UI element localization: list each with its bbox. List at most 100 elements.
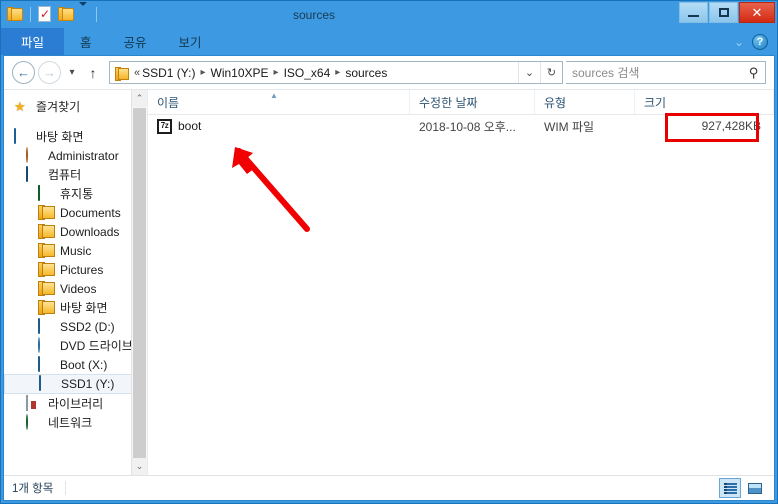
sidebar-item-recycle-bin[interactable]: 휴지통 xyxy=(4,184,147,203)
tab-share[interactable]: 공유 xyxy=(108,28,163,55)
file-type-cell: WIM 파일 xyxy=(544,119,595,134)
search-input[interactable]: sources 검색 xyxy=(572,64,639,81)
tab-view[interactable]: 보기 xyxy=(163,28,218,55)
new-folder-icon[interactable] xyxy=(58,6,75,23)
sidebar-item-pictures[interactable]: Pictures xyxy=(4,260,147,279)
large-icons-view-button[interactable] xyxy=(744,478,766,498)
status-divider xyxy=(65,481,67,495)
scrollbar-thumb[interactable] xyxy=(133,108,146,475)
sidebar-item-label: SSD1 (Y:) xyxy=(61,377,115,391)
sidebar-item-videos[interactable]: Videos xyxy=(4,279,147,298)
maximize-button[interactable] xyxy=(709,2,738,23)
search-box[interactable]: sources 검색 ⚲ xyxy=(566,61,766,84)
close-button[interactable]: ✕ xyxy=(739,2,775,23)
details-view-icon xyxy=(723,482,737,494)
breadcrumb[interactable]: « SSD1 (Y:) ▸ Win10XPE ▸ ISO_x64 ▸ sourc… xyxy=(109,61,563,84)
forward-button[interactable]: → xyxy=(38,61,61,84)
sidebar-item-label: DVD 드라이브 xyxy=(60,339,133,353)
sidebar-item-desktop[interactable]: 바탕 화면 xyxy=(4,127,147,146)
sidebar-item-computer[interactable]: 컴퓨터 xyxy=(4,165,147,184)
sidebar-item-label: Music xyxy=(60,243,92,258)
explorer-window: sources ✕ 파일 홈 공유 보기 ⌄ ? ← → ▾ ↑ « SSD1 … xyxy=(0,0,778,504)
network-icon xyxy=(26,413,43,431)
window-controls: ✕ xyxy=(678,1,777,28)
file-size-cell: 927,428KB xyxy=(701,119,761,133)
column-header-row: 이름 ▲ 수정한 날짜 유형 크기 xyxy=(148,90,774,115)
file-name: boot xyxy=(178,119,202,133)
dvd-icon xyxy=(38,336,55,354)
column-header-name[interactable]: 이름 ▲ xyxy=(148,90,410,114)
scroll-up-icon[interactable]: ⌃ xyxy=(132,90,147,107)
computer-icon xyxy=(26,165,43,183)
sidebar-scrollbar[interactable]: ⌃ ⌄ xyxy=(131,90,147,475)
sidebar-item-libraries[interactable]: 라이브러리 xyxy=(4,394,147,413)
qat-divider-2 xyxy=(96,7,97,22)
file-name-cell[interactable]: 7z boot xyxy=(148,118,410,134)
address-dropdown-icon[interactable]: ⌄ xyxy=(518,62,540,83)
sidebar-item-label: 바탕 화면 xyxy=(60,301,108,315)
window-title: sources xyxy=(292,7,336,22)
sidebar-item-label: Pictures xyxy=(60,262,104,277)
sidebar-item-dvd-drive[interactable]: DVD 드라이브 xyxy=(4,336,147,355)
sidebar-item-label: 바탕 화면 xyxy=(36,130,84,144)
sidebar-item-label: Documents xyxy=(60,205,121,220)
desktop-icon xyxy=(14,127,31,145)
address-bar-row: ← → ▾ ↑ « SSD1 (Y:) ▸ Win10XPE ▸ ISO_x64… xyxy=(4,56,774,89)
library-icon xyxy=(26,394,43,412)
sidebar-item-ssd1-y[interactable]: SSD1 (Y:) xyxy=(4,374,147,394)
customize-caret-icon[interactable] xyxy=(79,2,90,23)
folder-icon[interactable] xyxy=(7,6,24,23)
column-label: 수정한 날짜 xyxy=(419,95,478,110)
column-header-type[interactable]: 유형 xyxy=(535,90,635,114)
help-icon[interactable]: ? xyxy=(752,33,768,50)
sidebar-item-favorites[interactable]: ★ 즐겨찾기 xyxy=(4,97,147,116)
breadcrumb-item-ssd1[interactable]: SSD1 (Y:) xyxy=(142,66,195,80)
breadcrumb-separator-icon[interactable]: ▸ xyxy=(197,67,208,78)
details-view-button[interactable] xyxy=(719,478,741,498)
large-icons-view-icon xyxy=(748,482,762,494)
breadcrumb-separator-icon-3[interactable]: ▸ xyxy=(332,67,343,78)
recent-locations-icon[interactable]: ▾ xyxy=(64,62,80,84)
sidebar-item-network[interactable]: 네트워크 xyxy=(4,413,147,432)
tab-file[interactable]: 파일 xyxy=(1,28,65,55)
sidebar-item-ssd2-d[interactable]: SSD2 (D:) xyxy=(4,317,147,336)
ribbon-right-controls: ⌄ ? xyxy=(734,28,777,55)
up-button[interactable]: ↑ xyxy=(83,62,103,84)
sidebar-item-label: 즐겨찾기 xyxy=(36,100,81,114)
scroll-down-icon[interactable]: ⌄ xyxy=(132,458,147,475)
status-bar: 1개 항목 xyxy=(4,475,774,500)
breadcrumb-item-win10xpe[interactable]: Win10XPE xyxy=(211,66,269,80)
qat-divider xyxy=(30,7,31,22)
sidebar-item-desktop-folder[interactable]: 바탕 화면 xyxy=(4,298,147,317)
sidebar-item-documents[interactable]: Documents xyxy=(4,203,147,222)
sidebar-item-downloads[interactable]: Downloads xyxy=(4,222,147,241)
column-label: 유형 xyxy=(544,95,567,110)
table-row[interactable]: 7z boot 2018-10-08 오후... WIM 파일 927,428K… xyxy=(148,115,774,137)
client-area: ← → ▾ ↑ « SSD1 (Y:) ▸ Win10XPE ▸ ISO_x64… xyxy=(3,55,775,501)
breadcrumb-separator-icon-2[interactable]: ▸ xyxy=(271,67,282,78)
minimize-button[interactable] xyxy=(679,2,708,23)
sevenzip-file-icon: 7z xyxy=(157,118,172,134)
drive-icon xyxy=(39,375,56,392)
back-button[interactable]: ← xyxy=(12,61,35,84)
refresh-icon[interactable]: ↻ xyxy=(540,62,562,83)
view-buttons xyxy=(719,478,766,498)
chevron-down-icon[interactable]: ⌄ xyxy=(734,35,744,49)
breadcrumb-item-sources[interactable]: sources xyxy=(345,66,387,80)
tab-home[interactable]: 홈 xyxy=(64,28,108,55)
column-header-size[interactable]: 크기 xyxy=(635,90,774,114)
column-label: 크기 xyxy=(644,95,667,110)
sidebar-item-music[interactable]: Music xyxy=(4,241,147,260)
column-header-date[interactable]: 수정한 날짜 xyxy=(410,90,535,114)
sidebar-item-administrator[interactable]: Administrator xyxy=(4,146,147,165)
sidebar-item-label: Downloads xyxy=(60,224,120,239)
properties-icon[interactable] xyxy=(37,6,54,23)
sidebar-item-label: 휴지통 xyxy=(60,187,94,201)
breadcrumb-overflow[interactable]: « xyxy=(134,67,140,79)
sidebar-item-label: Administrator xyxy=(48,148,119,163)
sidebar-item-boot-x[interactable]: Boot (X:) xyxy=(4,355,147,374)
search-icon[interactable]: ⚲ xyxy=(749,65,759,81)
breadcrumb-item-iso-x64[interactable]: ISO_x64 xyxy=(284,66,331,80)
folder-icon xyxy=(38,243,55,259)
